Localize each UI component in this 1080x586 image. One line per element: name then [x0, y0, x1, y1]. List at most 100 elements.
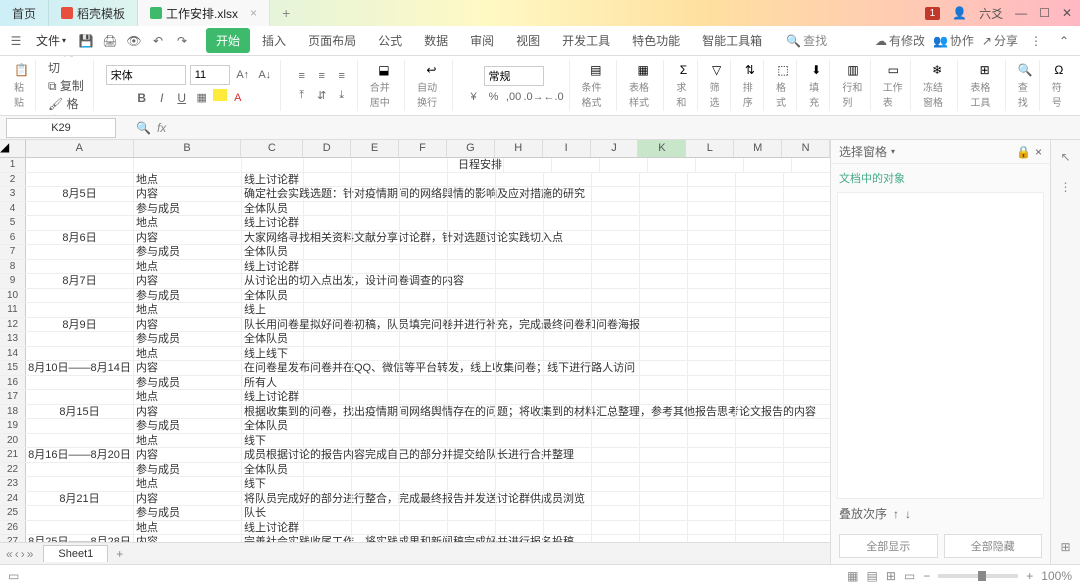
cell[interactable]	[688, 216, 736, 230]
row-header[interactable]: 22	[0, 463, 26, 477]
cell[interactable]	[352, 477, 400, 491]
cell[interactable]	[448, 289, 496, 303]
view-pagebreak-button[interactable]: ⊞	[886, 569, 896, 583]
cell[interactable]	[496, 202, 544, 216]
cell[interactable]: 参与成员	[134, 376, 242, 390]
cell[interactable]: 参与成员	[134, 419, 242, 433]
cell[interactable]	[352, 361, 400, 375]
cell[interactable]: 线上讨论群	[242, 173, 304, 187]
cell[interactable]	[592, 332, 640, 346]
freeze-button[interactable]: ❄冻结窗格	[923, 63, 951, 109]
cell[interactable]: 内容	[134, 405, 242, 419]
cell[interactable]	[448, 361, 496, 375]
cell[interactable]: 日程安排	[456, 158, 504, 172]
cell[interactable]	[26, 434, 134, 448]
valign-mid-button[interactable]: ⇵	[313, 87, 331, 105]
cell[interactable]: 全体队员	[242, 463, 304, 477]
row-header[interactable]: 13	[0, 332, 26, 346]
cell[interactable]	[496, 303, 544, 317]
redo-button[interactable]: ↷	[172, 31, 192, 51]
cell[interactable]: 地点	[134, 390, 242, 404]
cell[interactable]: 线上	[242, 303, 304, 317]
cell[interactable]	[496, 521, 544, 535]
row-header[interactable]: 19	[0, 419, 26, 433]
cell[interactable]	[688, 492, 736, 506]
copy-button[interactable]: ⧉ 复制	[48, 77, 87, 94]
cell[interactable]	[592, 274, 640, 288]
table-row[interactable]: 23地点线下	[0, 477, 830, 492]
cell[interactable]	[352, 260, 400, 274]
cell[interactable]	[640, 463, 688, 477]
cell[interactable]	[688, 289, 736, 303]
cell[interactable]: 线上讨论群	[242, 390, 304, 404]
cell[interactable]	[352, 318, 400, 332]
table-row[interactable]: 188月15日内容根据收集到的问卷，找出疫情期间网络舆情存在的问题；将收集到的材…	[0, 405, 830, 420]
cell[interactable]	[352, 405, 400, 419]
cell[interactable]: 参与成员	[134, 463, 242, 477]
cell[interactable]: 队长	[242, 506, 304, 520]
col-header-I[interactable]: I	[543, 140, 591, 157]
user-name[interactable]: 六爻	[979, 5, 1003, 22]
cell[interactable]	[592, 289, 640, 303]
cell[interactable]	[448, 260, 496, 274]
cell[interactable]	[784, 448, 830, 462]
cell[interactable]	[26, 202, 134, 216]
cell[interactable]	[496, 390, 544, 404]
cell[interactable]	[448, 318, 496, 332]
cell[interactable]	[784, 376, 830, 390]
cell[interactable]	[448, 506, 496, 520]
fx-search-icon[interactable]: 🔍	[136, 121, 151, 135]
cell[interactable]	[592, 231, 640, 245]
cell[interactable]	[448, 274, 496, 288]
cell[interactable]	[26, 289, 134, 303]
cell[interactable]	[544, 231, 592, 245]
cell[interactable]	[544, 463, 592, 477]
cell[interactable]	[784, 405, 830, 419]
cell[interactable]	[304, 260, 352, 274]
wrap-button[interactable]: ↩自动换行	[417, 63, 445, 109]
preview-button[interactable]: 👁	[124, 31, 144, 51]
cell[interactable]	[304, 506, 352, 520]
cell[interactable]	[640, 535, 688, 542]
search-box[interactable]: 🔍查找	[786, 32, 827, 49]
cell[interactable]	[784, 245, 830, 259]
row-header[interactable]: 5	[0, 216, 26, 230]
cell[interactable]	[736, 506, 784, 520]
cell[interactable]	[736, 419, 784, 433]
cell[interactable]	[304, 405, 352, 419]
col-header-C[interactable]: C	[241, 140, 303, 157]
cursor-tool-icon[interactable]: ↖	[1057, 148, 1075, 166]
cell[interactable]: 8月5日	[26, 187, 134, 201]
row-header[interactable]: 12	[0, 318, 26, 332]
cell[interactable]	[448, 434, 496, 448]
user-avatar[interactable]: 👤	[952, 6, 967, 20]
cell[interactable]: 所有人	[242, 376, 304, 390]
cell[interactable]	[736, 434, 784, 448]
cell[interactable]	[592, 245, 640, 259]
cell[interactable]	[688, 419, 736, 433]
cell[interactable]	[640, 390, 688, 404]
cell[interactable]	[496, 419, 544, 433]
cell[interactable]	[26, 303, 134, 317]
cell[interactable]: 参与成员	[134, 506, 242, 520]
row-header[interactable]: 20	[0, 434, 26, 448]
cell[interactable]	[352, 390, 400, 404]
cell[interactable]: 线上线下	[242, 347, 304, 361]
cell[interactable]	[640, 448, 688, 462]
cell[interactable]	[400, 231, 448, 245]
cell[interactable]	[496, 173, 544, 187]
cell[interactable]: 地点	[134, 521, 242, 535]
cell[interactable]	[496, 231, 544, 245]
view-normal-button[interactable]: ▦	[847, 569, 858, 583]
cell[interactable]	[496, 347, 544, 361]
cell[interactable]	[592, 216, 640, 230]
cell[interactable]	[26, 376, 134, 390]
cell[interactable]	[400, 332, 448, 346]
cell[interactable]	[736, 535, 784, 542]
row-header[interactable]: 1	[0, 158, 26, 172]
cell[interactable]	[352, 434, 400, 448]
row-header[interactable]: 24	[0, 492, 26, 506]
cell[interactable]: 内容	[134, 535, 242, 542]
cell[interactable]	[736, 274, 784, 288]
cell[interactable]	[26, 506, 134, 520]
